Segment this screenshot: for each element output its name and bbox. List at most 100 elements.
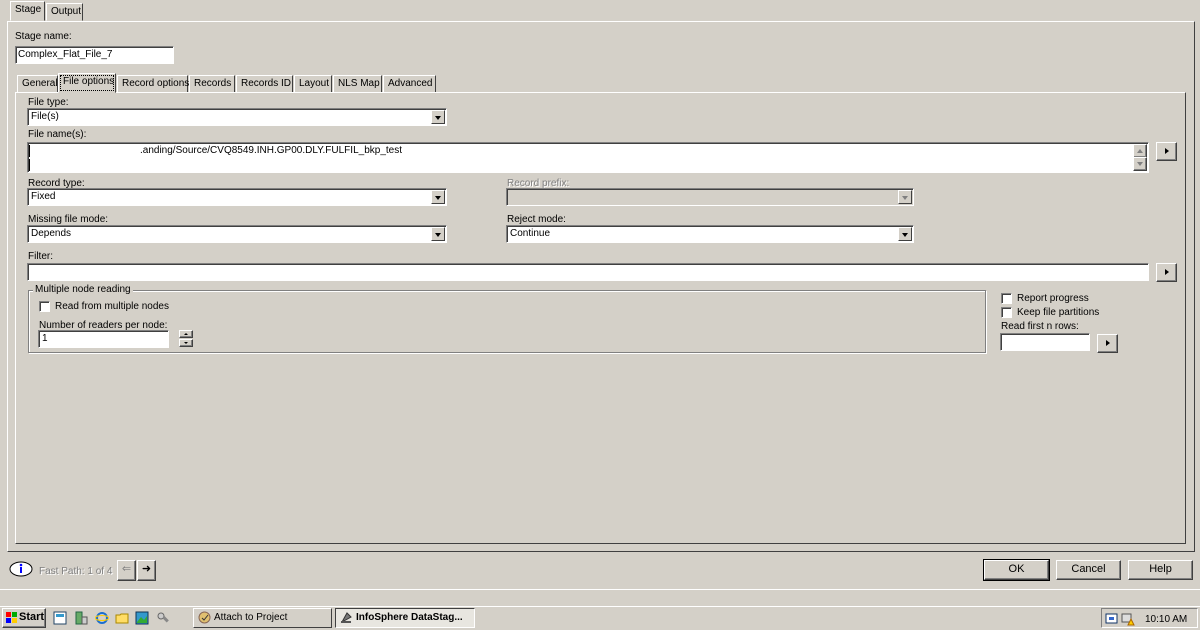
tab-records-id-label: Records ID	[241, 78, 292, 89]
file-names-textarea[interactable]: .anding/Source/CVQ8549.INH.GP00.DLY.FULF…	[27, 142, 1149, 173]
fast-path-forward-button[interactable]: ➜	[137, 560, 156, 581]
scroll-down-icon[interactable]	[1133, 157, 1147, 171]
tab-records[interactable]: Records	[189, 75, 235, 93]
read-from-multiple-nodes-checkbox[interactable]	[39, 301, 50, 312]
taskbar-datastage-label: InfoSphere DataStag...	[356, 612, 463, 623]
report-progress-label: Report progress	[1017, 293, 1089, 304]
filter-field[interactable]	[27, 263, 1149, 281]
tab-stage-label: Stage	[15, 4, 42, 15]
tab-layout[interactable]: Layout	[294, 75, 332, 93]
missing-file-mode-label: Missing file mode:	[28, 214, 109, 225]
readers-per-node-spinner[interactable]	[179, 330, 193, 347]
tab-file-options-label: File options	[63, 76, 115, 87]
windows-logo-icon	[6, 612, 17, 623]
info-icon	[9, 561, 33, 577]
readers-per-node-value: 1	[42, 333, 48, 344]
filter-browse-button[interactable]	[1156, 263, 1177, 282]
text-cursor-line2	[29, 159, 30, 171]
taskbar	[0, 606, 1200, 630]
tab-stage[interactable]: Stage	[10, 1, 45, 21]
tab-records-id[interactable]: Records ID	[236, 75, 293, 93]
start-button[interactable]: Start	[2, 608, 46, 628]
fast-path-label: Fast Path: 1 of 4	[39, 566, 113, 577]
ok-button[interactable]: OK	[983, 559, 1050, 581]
tab-output-label: Output	[51, 6, 82, 17]
start-label: Start	[19, 611, 45, 623]
file-type-value: File(s)	[31, 111, 59, 122]
quicklaunch-folder-icon[interactable]	[115, 611, 129, 625]
taskbar-attach-to-project[interactable]: Attach to Project	[193, 608, 332, 628]
scroll-up-icon[interactable]	[1133, 144, 1147, 158]
cancel-button[interactable]: Cancel	[1056, 560, 1121, 580]
missing-file-mode-value: Depends	[31, 228, 72, 239]
tab-layout-label: Layout	[299, 78, 330, 89]
tab-general-label: General	[22, 78, 58, 89]
spinner-down-icon[interactable]	[179, 339, 193, 347]
tab-advanced[interactable]: Advanced	[383, 75, 436, 93]
record-prefix-select	[506, 188, 914, 206]
tab-general[interactable]: General	[17, 75, 58, 93]
taskbar-infosphere-datastage[interactable]: InfoSphere DataStag...	[335, 608, 475, 628]
chevron-down-icon[interactable]	[431, 227, 445, 241]
tab-file-options[interactable]: File options	[58, 73, 116, 93]
datastage-icon	[340, 611, 353, 624]
quicklaunch-picture-icon[interactable]	[135, 611, 149, 625]
record-type-value: Fixed	[31, 191, 56, 202]
keep-file-partitions-label: Keep file partitions	[1017, 307, 1100, 318]
fast-path-back-button[interactable]: ⇐	[117, 560, 136, 581]
chevron-down-icon	[898, 190, 912, 204]
tab-record-options-label: Record options	[122, 78, 190, 89]
textarea-scrollbar[interactable]	[1133, 144, 1147, 171]
readers-per-node-field[interactable]: 1	[38, 330, 169, 348]
attach-project-icon	[198, 611, 211, 624]
stage-name-label: Stage name:	[15, 31, 72, 42]
reject-mode-select[interactable]: Continue	[506, 225, 914, 243]
filter-label: Filter:	[28, 251, 53, 262]
arrow-left-icon: ⇐	[121, 563, 132, 575]
quicklaunch-browser-icon[interactable]	[53, 611, 67, 625]
taskbar-attach-label: Attach to Project	[214, 612, 288, 623]
stage-name-field[interactable]: Complex_Flat_File_7	[15, 46, 174, 64]
tray-clock: 10:10 AM	[1145, 614, 1188, 625]
chevron-down-icon[interactable]	[431, 110, 445, 124]
file-names-browse-button[interactable]	[1156, 142, 1177, 161]
reject-mode-value: Continue	[510, 228, 551, 239]
multiple-node-reading-legend: Multiple node reading	[33, 284, 133, 295]
file-names-label: File name(s):	[28, 129, 87, 140]
spinner-up-icon[interactable]	[179, 330, 193, 338]
read-from-multiple-nodes-label: Read from multiple nodes	[55, 301, 169, 312]
cancel-label: Cancel	[1071, 563, 1106, 575]
quicklaunch-server-icon[interactable]	[74, 611, 88, 625]
tab-output[interactable]: Output	[46, 3, 83, 21]
ok-label: OK	[1008, 563, 1025, 575]
reject-mode-label: Reject mode:	[507, 214, 566, 225]
tray-warning-icon[interactable]	[1121, 612, 1135, 626]
tab-records-label: Records	[194, 78, 232, 89]
arrow-right-icon: ➜	[141, 563, 152, 575]
text-cursor	[29, 145, 30, 157]
chevron-down-icon[interactable]	[898, 227, 912, 241]
read-first-n-rows-button[interactable]	[1097, 334, 1118, 353]
missing-file-mode-select[interactable]: Depends	[27, 225, 447, 243]
help-label: Help	[1149, 563, 1172, 575]
chevron-down-icon[interactable]	[431, 190, 445, 204]
file-type-label: File type:	[28, 97, 69, 108]
read-first-n-rows-label: Read first n rows:	[1001, 321, 1079, 332]
tray-network-icon[interactable]	[1105, 612, 1119, 626]
multiple-node-reading-group	[28, 290, 986, 353]
tab-nls-map-label: NLS Map	[338, 78, 380, 89]
file-type-select[interactable]: File(s)	[27, 108, 447, 126]
tab-advanced-label: Advanced	[388, 78, 433, 89]
status-bar	[0, 589, 1200, 605]
stage-name-value: Complex_Flat_File_7	[18, 49, 113, 60]
tab-record-options[interactable]: Record options	[117, 75, 190, 93]
keep-file-partitions-checkbox[interactable]	[1001, 307, 1012, 318]
quicklaunch-ie-icon[interactable]	[94, 611, 110, 625]
read-first-n-rows-field[interactable]	[1000, 333, 1090, 351]
file-names-value: .anding/Source/CVQ8549.INH.GP00.DLY.FULF…	[140, 145, 402, 156]
help-button[interactable]: Help	[1128, 560, 1193, 580]
record-type-select[interactable]: Fixed	[27, 188, 447, 206]
quicklaunch-tools-icon[interactable]	[156, 611, 170, 625]
tab-nls-map[interactable]: NLS Map	[333, 75, 382, 93]
report-progress-checkbox[interactable]	[1001, 293, 1012, 304]
